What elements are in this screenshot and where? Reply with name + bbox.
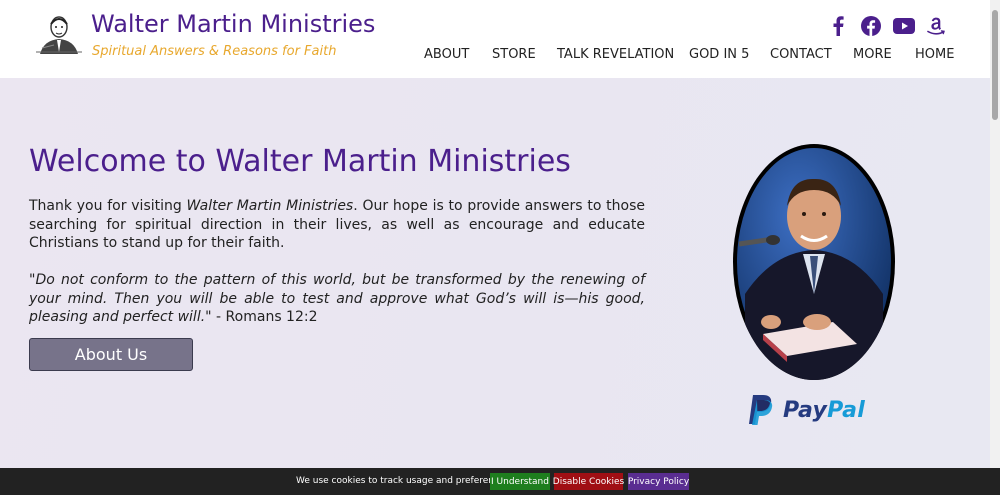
site-title[interactable]: Walter Martin Ministries (91, 10, 375, 38)
nav-store[interactable]: STORE (492, 47, 536, 62)
nav-contact[interactable]: CONTACT (770, 47, 832, 62)
logo-portrait-icon[interactable] (34, 12, 84, 56)
about-us-button[interactable]: About Us (29, 338, 193, 371)
nav-about[interactable]: ABOUT (424, 47, 469, 62)
site-header: Walter Martin Ministries Spiritual Answe… (0, 0, 990, 78)
amazon-icon[interactable] (924, 15, 948, 37)
youtube-icon[interactable] (892, 15, 916, 37)
nav-home[interactable]: HOME (915, 47, 954, 62)
hero-intro: Thank you for visiting Walter Martin Min… (29, 197, 645, 253)
privacy-policy-link[interactable]: Privacy Policy (628, 473, 689, 490)
quote-reference: - Romans 12:2 (211, 309, 318, 325)
nav-god-in-5[interactable]: GOD IN 5 (689, 47, 749, 62)
hero-title: Welcome to Walter Martin Ministries (29, 144, 571, 179)
hero-intro-prefix: Thank you for visiting (29, 198, 187, 214)
scripture-quote: "Do not conform to the pattern of this w… (29, 271, 645, 327)
paypal-donate-button[interactable]: PayPal (747, 393, 865, 427)
accept-cookies-button[interactable]: I Understand (490, 473, 550, 490)
facebook-f-icon[interactable] (826, 15, 850, 37)
quote-text: "Do not conform to the pattern of this w… (29, 272, 645, 325)
hero-intro-emphasis: Walter Martin Ministries (186, 198, 354, 214)
hero-section: Welcome to Walter Martin Ministries Than… (0, 78, 990, 468)
walter-martin-portrait (733, 144, 895, 380)
disable-cookies-button[interactable]: Disable Cookies (553, 473, 624, 490)
paypal-pay-text: Pay (783, 397, 828, 423)
paypal-pal-text: Pal (827, 397, 866, 423)
scrollbar-thumb[interactable] (992, 10, 998, 120)
nav-talk-revelation[interactable]: TALK REVELATION (557, 47, 674, 62)
cookie-consent-bar: We use cookies to track usage and prefer… (0, 468, 1000, 495)
site-tagline: Spiritual Answers & Reasons for Faith (92, 44, 337, 59)
facebook-circle-icon[interactable] (859, 15, 883, 37)
nav-more[interactable]: MORE (853, 47, 892, 62)
cookie-message: We use cookies to track usage and prefer… (296, 476, 513, 486)
page-scrollbar[interactable] (990, 0, 1000, 468)
paypal-wordmark: PayPal (783, 398, 865, 423)
paypal-logo-icon (749, 395, 773, 425)
